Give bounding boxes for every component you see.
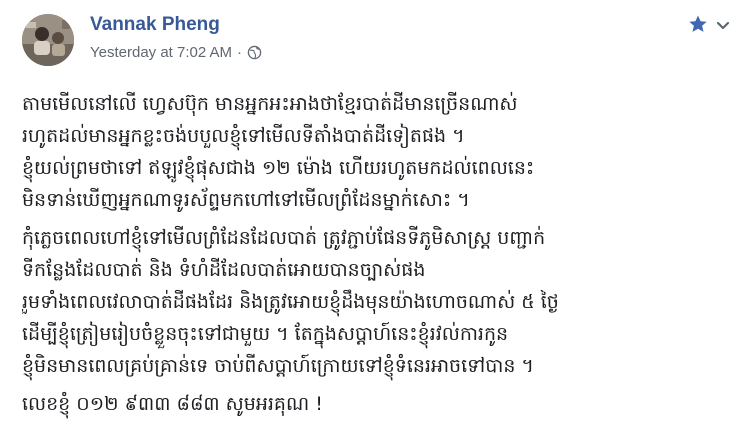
facebook-post: Vannak Pheng Yesterday at 7:02 AM · តាមម…: [0, 0, 749, 415]
meta-separator: ·: [237, 44, 243, 61]
post-text-line: តាមមើលនៅលើ ហ្វេសប៊ុក មានអ្នកអះអាងថាខ្មែរ…: [22, 93, 518, 115]
post-timestamp[interactable]: Yesterday at 7:02 AM: [90, 44, 232, 61]
globe-icon[interactable]: [247, 45, 262, 60]
post-text-line: មិនទាន់ឃើញអ្នកណាទូរស័ព្ទមកហៅទៅមើលព្រំដែន…: [22, 189, 470, 211]
post-body: តាមមើលនៅលើ ហ្វេសប៊ុក មានអ្នកអះអាងថាខ្មែរ…: [22, 88, 732, 426]
avatar-photo: [22, 14, 74, 66]
author-avatar[interactable]: [22, 14, 74, 66]
chevron-down-icon[interactable]: [716, 17, 730, 31]
post-text-line: ដើម្បីខ្ញុំត្រៀមរៀបចំខ្លួនចុះទៅជាមួយ ។ ត…: [22, 323, 509, 345]
post-paragraph: តាមមើលនៅលើ ហ្វេសប៊ុក មានអ្នកអះអាងថាខ្មែរ…: [22, 88, 732, 216]
post-text-line: ខ្ញុំមិនមានពេលគ្រប់គ្រាន់ទេ ចាប់ពីសប្តាហ…: [22, 355, 534, 377]
post-text-line: កុំភ្លេចពេលហៅខ្ញុំទៅមើលព្រំដែនដែលបាត់ ត្…: [22, 227, 546, 249]
post-text-line: រហូតដល់មានអ្នកខ្លះចង់បបួលខ្ញុំទៅមើលទីតាំ…: [22, 125, 465, 147]
post-text-line: ទីកន្លែងដែលបាត់ និង ទំហំដីដែលបាត់អោយបានច…: [22, 259, 426, 281]
post-paragraph: កុំភ្លេចពេលហៅខ្ញុំទៅមើលព្រំដែនដែលបាត់ ត្…: [22, 222, 732, 382]
post-meta: Yesterday at 7:02 AM ·: [90, 44, 262, 61]
post-text-line: លេខខ្ញុំ ០១២ ៩៣៣ ៨៨៣ សូមអរគុណ !: [22, 393, 323, 415]
star-icon[interactable]: [688, 14, 708, 34]
author-name[interactable]: Vannak Pheng: [90, 14, 220, 36]
post-text-line: រួមទាំងពេលវេលាបាត់ដីផងដែរ និងត្រូវអោយខ្ញ…: [22, 291, 559, 313]
post-text-line: ខ្ញុំយល់ព្រមថាទៅ ឥឡូវខ្ញុំផុសជាង ១២ ម៉ោង…: [22, 157, 535, 179]
post-paragraph: លេខខ្ញុំ ០១២ ៩៣៣ ៨៨៣ សូមអរគុណ !: [22, 388, 732, 420]
